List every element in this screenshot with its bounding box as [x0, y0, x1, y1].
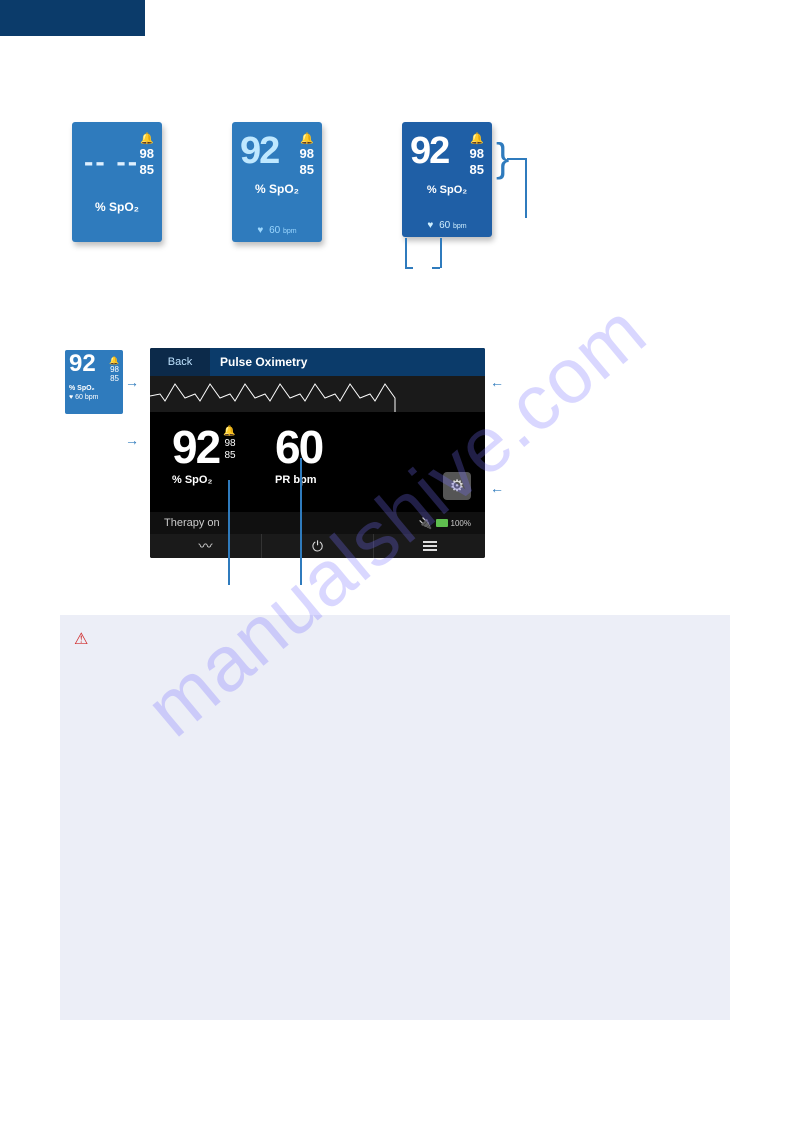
mini-side: 🔔 98 85	[109, 356, 119, 383]
panel-title: Pulse Oximetry	[210, 348, 485, 376]
plug-icon: 🔌	[419, 517, 433, 530]
panel-header: Back Pulse Oximetry	[150, 348, 485, 376]
warning-box: ⚠	[60, 615, 730, 1020]
alarm-bell-icon: 🔔	[109, 356, 119, 365]
spo2-side: 🔔 98 85	[223, 426, 235, 462]
back-button[interactable]: Back	[150, 348, 210, 376]
header-bar	[0, 0, 145, 36]
pointer-line	[405, 238, 407, 268]
alarm-bell-icon: 🔔	[223, 426, 235, 437]
spo2-tile-annotated: 92 🔔 98 85 % SpO₂ ♥ 60 bpm	[402, 122, 492, 237]
pointer-arrow-icon: →	[125, 374, 139, 390]
pointer-arrow-icon: ←	[490, 480, 504, 496]
pointer-line	[228, 480, 230, 585]
pointer-line	[432, 267, 440, 269]
pointer-line	[300, 458, 302, 585]
pulse-rate-value: 60	[275, 420, 322, 474]
mini-spo2-label: % SpO₂	[69, 383, 119, 392]
spo2-tile-reading: 92 🔔 98 85 % SpO₂ ♥ 60 bpm	[232, 122, 322, 242]
mini-bpm: ♥ 60 bpm	[69, 392, 119, 401]
pointer-arrow-icon: →	[125, 432, 139, 448]
bpm-value: 60	[439, 220, 450, 231]
settings-button[interactable]: ⚙	[443, 472, 471, 500]
mini-spo2-value: 92	[69, 354, 96, 374]
bpm-row: ♥ 60 bpm	[232, 225, 322, 236]
power-icon: ⏻	[312, 538, 323, 555]
spo2-label: % SpO₂	[232, 182, 322, 196]
gear-icon: ⚙	[450, 476, 464, 496]
alarm-low: 85	[110, 374, 119, 383]
panel-body: 92 🔔 98 85 % SpO₂ 60 PR bpm ⚙	[150, 412, 485, 522]
bottom-nav: 〰 ⏻	[150, 534, 485, 558]
power-button[interactable]: ⏻	[262, 534, 374, 558]
spo2-label: % SpO₂	[72, 200, 162, 214]
pulse-rate-label: PR bpm	[275, 474, 322, 486]
menu-icon	[423, 541, 437, 551]
spo2-value: 92	[410, 130, 448, 173]
power-status: 🔌 100%	[419, 517, 471, 530]
pointer-line	[507, 158, 525, 160]
waveform-icon	[150, 376, 485, 412]
alarm-high: 98	[470, 146, 484, 161]
alarm-high: 98	[225, 438, 236, 449]
menu-button[interactable]	[374, 534, 485, 558]
pointer-arrow-icon: ←	[490, 374, 504, 390]
battery-icon	[436, 519, 448, 527]
warning-icon: ⚠	[74, 629, 88, 649]
bpm-unit: bpm	[283, 228, 297, 235]
pointer-line	[525, 158, 527, 218]
heart-icon: ♥	[427, 220, 433, 231]
spo2-no-signal-dash: -- --	[84, 146, 139, 178]
alarm-high: 98	[300, 146, 314, 161]
alarm-high: 98	[140, 146, 154, 161]
alarm-bell-icon: 🔔	[300, 132, 314, 145]
alarm-low: 85	[470, 162, 484, 177]
chart-button[interactable]: 〰	[150, 534, 262, 558]
spo2-group: 92 🔔 98 85 % SpO₂	[172, 420, 236, 486]
alarm-low: 85	[300, 162, 314, 177]
therapy-status: Therapy on	[164, 517, 220, 529]
spo2-label: % SpO₂	[172, 474, 236, 486]
mini-spo2-tile: 92 🔔 98 85 % SpO₂ ♥ 60 bpm	[65, 350, 123, 414]
battery-percent: 100%	[451, 519, 471, 528]
spo2-value: 92	[172, 420, 219, 474]
alarm-bell-icon: 🔔	[140, 132, 154, 145]
pointer-line	[440, 238, 442, 268]
heart-icon: ♥	[257, 225, 263, 236]
alarm-low: 85	[140, 162, 154, 177]
spo2-tile-no-signal: -- -- 🔔 98 85 % SpO₂	[72, 122, 162, 242]
pulse-rate-group: 60 PR bpm	[275, 420, 322, 486]
bpm-unit: bpm	[453, 223, 467, 230]
bpm-row: ♥ 60 bpm	[402, 220, 492, 231]
alarm-low: 85	[225, 450, 236, 461]
pointer-line	[405, 267, 413, 269]
status-bar: Therapy on 🔌 100%	[150, 512, 485, 534]
spo2-label: % SpO₂	[402, 184, 492, 196]
bpm-value: 60	[269, 225, 280, 236]
waveform-area	[150, 376, 485, 412]
alarm-high: 98	[110, 365, 119, 374]
pulse-oximetry-panel: Back Pulse Oximetry 92 🔔 98 85 % SpO₂ 60…	[150, 348, 485, 558]
alarm-bell-icon: 🔔	[470, 132, 484, 145]
spo2-value: 92	[240, 130, 278, 173]
chart-icon: 〰	[199, 536, 213, 556]
